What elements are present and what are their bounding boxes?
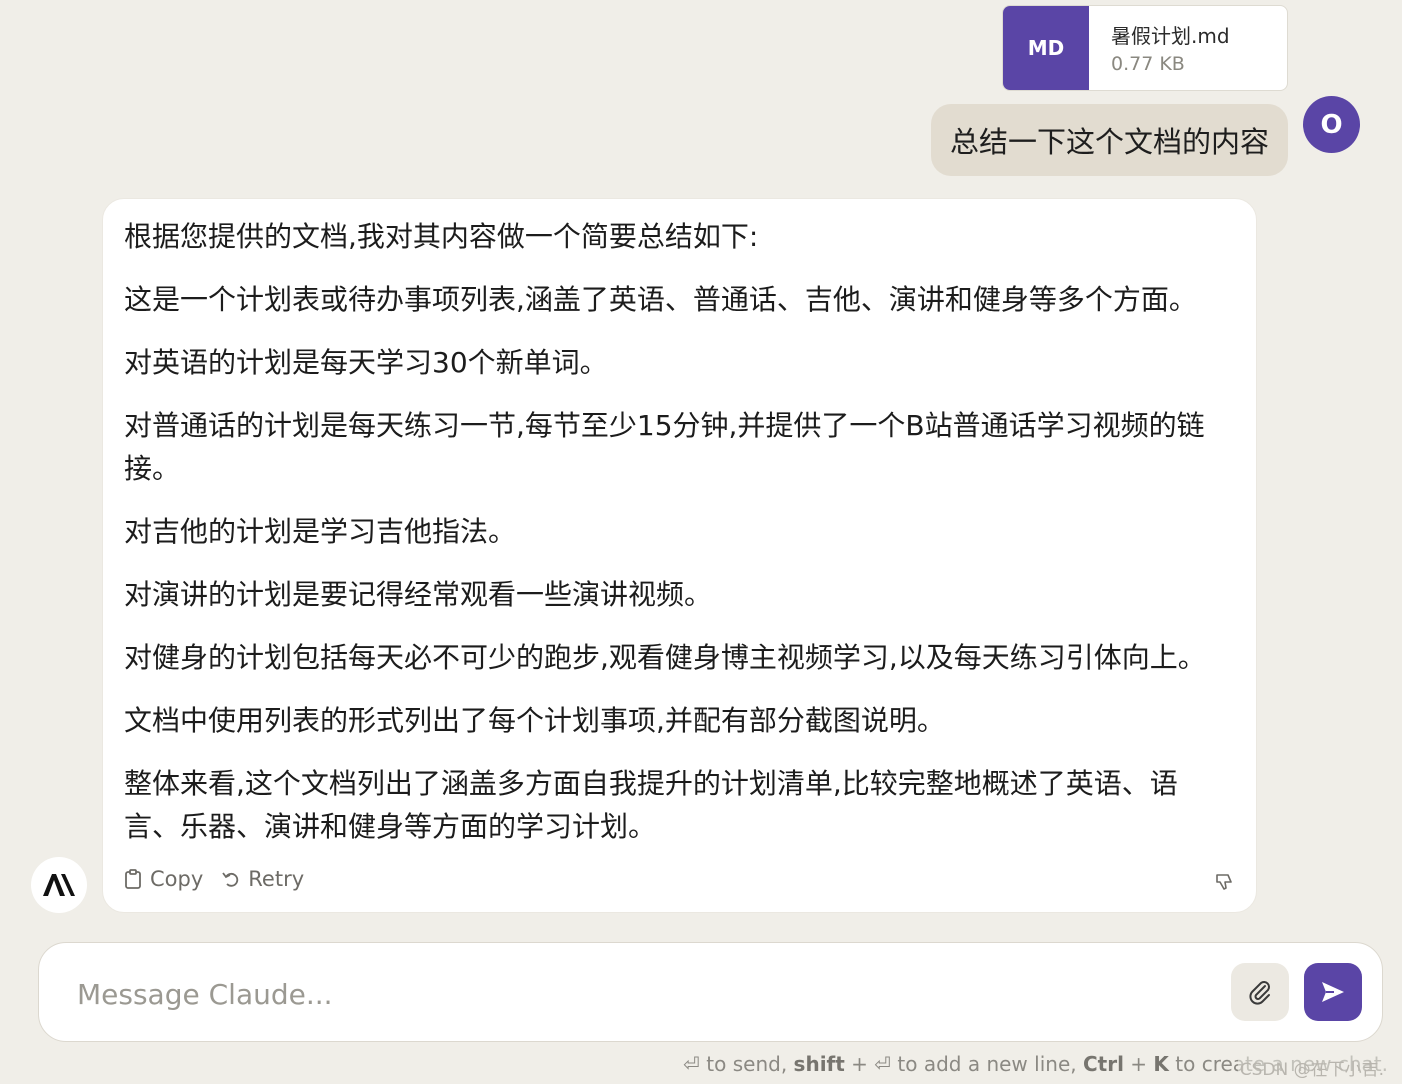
user-message-bubble: 总结一下这个文档的内容 <box>931 104 1288 176</box>
assistant-paragraph: 根据您提供的文档,我对其内容做一个简要总结如下: <box>124 220 759 253</box>
retry-label: Retry <box>248 867 305 891</box>
user-message-text: 总结一下这个文档的内容 <box>949 125 1269 159</box>
claude-logo <box>31 857 87 913</box>
copy-label: Copy <box>150 867 204 891</box>
copy-button[interactable]: Copy <box>123 867 203 891</box>
assistant-paragraph: 对普通话的计划是每天练习一节,每节至少15分钟,并提供了一个B站普通话学习视频的… <box>124 409 1205 485</box>
assistant-message-card: 根据您提供的文档,我对其内容做一个简要总结如下: 这是一个计划表或待办事项列表,… <box>102 198 1257 913</box>
assistant-message-content: 根据您提供的文档,我对其内容做一个简要总结如下: 这是一个计划表或待办事项列表,… <box>124 215 1229 868</box>
message-actions: Copy Retry <box>123 867 322 891</box>
paperclip-icon <box>1249 981 1270 1005</box>
hint-key-shift: shift <box>793 1052 845 1076</box>
attachment-card[interactable]: MD 暑假计划.md 0.77 KB <box>1002 5 1288 91</box>
assistant-paragraph: 对健身的计划包括每天必不可少的跑步,观看健身博主视频学习,以及每天练习引体向上。 <box>124 641 1206 674</box>
message-input[interactable] <box>75 971 1229 1017</box>
hint-text: ⏎ to send, <box>683 1052 794 1076</box>
send-button[interactable] <box>1304 963 1362 1021</box>
assistant-paragraph: 对吉他的计划是学习吉他指法。 <box>124 515 517 548</box>
file-type-badge: MD <box>1003 6 1089 90</box>
attachment-size: 0.77 KB <box>1111 53 1185 75</box>
assistant-paragraph: 对英语的计划是每天学习30个新单词。 <box>124 346 608 379</box>
hint-key-k: K <box>1153 1052 1169 1076</box>
attach-file-button[interactable] <box>1231 963 1289 1021</box>
hint-text: + ⏎ to add a new line, <box>844 1052 1083 1076</box>
watermark: CSDN @在下小吉. <box>1237 1055 1386 1080</box>
user-avatar[interactable]: O <box>1303 96 1360 153</box>
claude-logo-icon <box>43 874 75 896</box>
assistant-paragraph: 对演讲的计划是要记得经常观看一些演讲视频。 <box>124 578 713 611</box>
file-info: 暑假计划.md 0.77 KB <box>1089 6 1230 90</box>
retry-icon <box>222 872 239 887</box>
assistant-paragraph: 文档中使用列表的形式列出了每个计划事项,并配有部分截图说明。 <box>124 704 945 737</box>
attachment-filename: 暑假计划.md <box>1111 24 1230 48</box>
retry-button[interactable]: Retry <box>221 867 304 891</box>
assistant-paragraph: 整体来看,这个文档列出了涵盖多方面自我提升的计划清单,比较完整地概述了英语、语言… <box>124 767 1178 843</box>
thumbs-down-icon[interactable] <box>1214 871 1236 893</box>
hint-text: + <box>1123 1052 1154 1076</box>
send-arrow-icon <box>1322 982 1344 1002</box>
message-composer <box>38 942 1383 1042</box>
assistant-paragraph: 这是一个计划表或待办事项列表,涵盖了英语、普通话、吉他、演讲和健身等多个方面。 <box>124 283 1197 316</box>
clipboard-icon <box>125 869 141 889</box>
hint-key-ctrl: Ctrl <box>1082 1052 1124 1076</box>
